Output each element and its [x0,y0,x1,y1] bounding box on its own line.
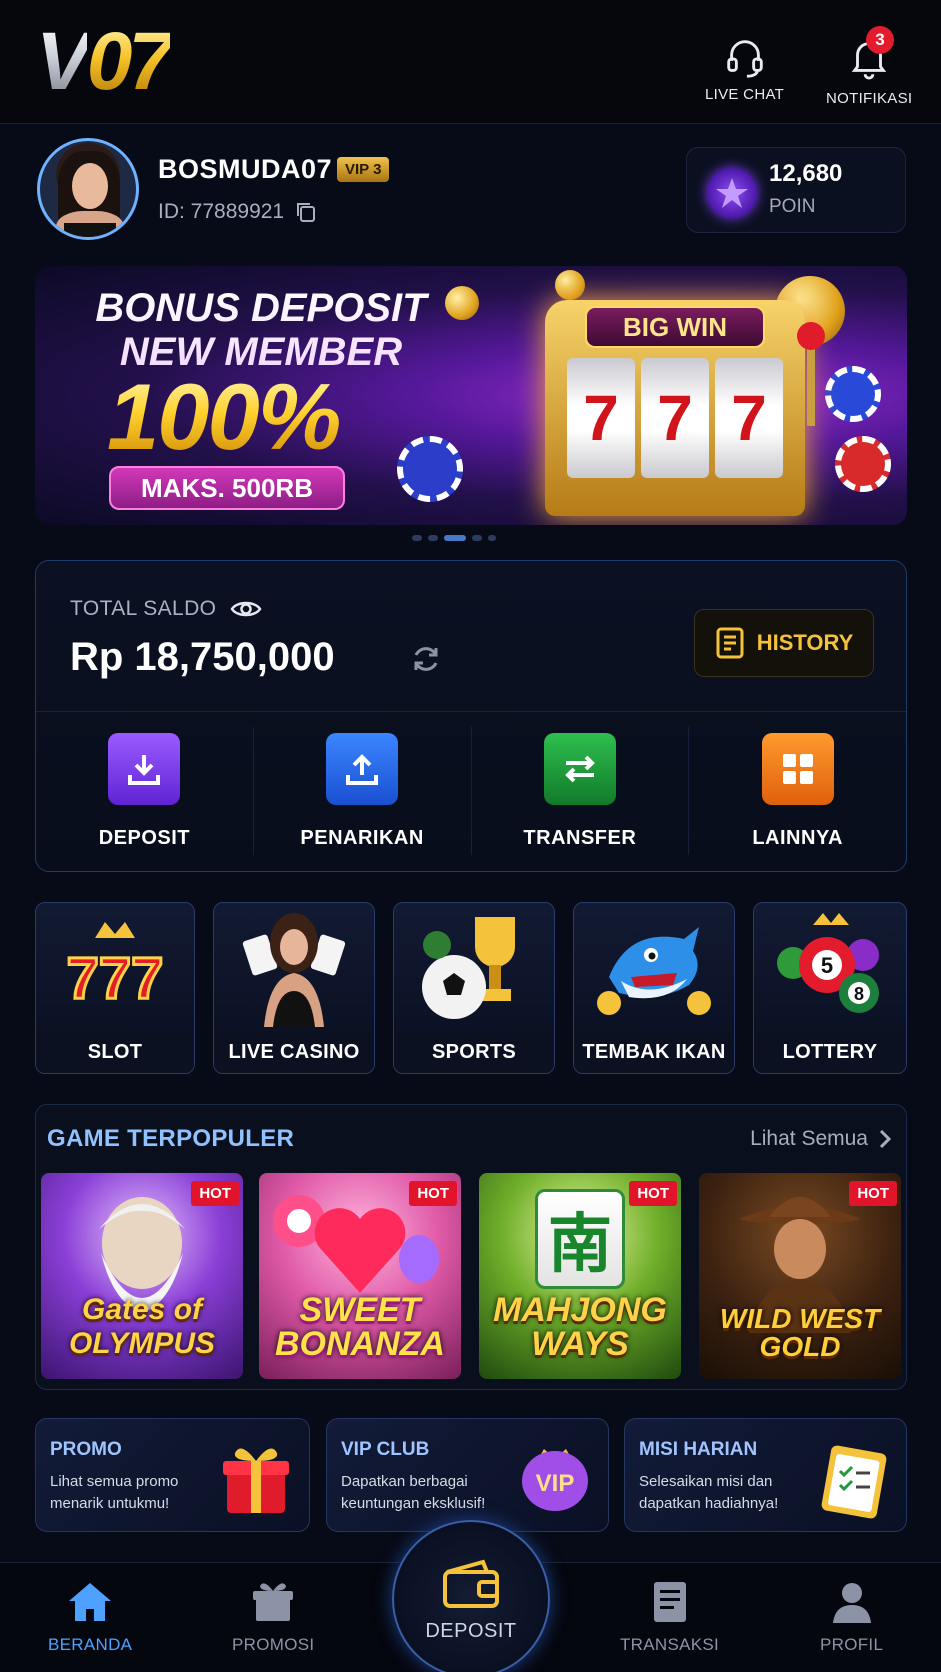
hot-badge: HOT [629,1181,677,1206]
grid-icon [761,732,834,805]
page-dot-active[interactable] [444,535,466,541]
popular-games-title: GAME TERPOPULER [47,1125,295,1152]
top-header: V 07 LIVE CHAT 3 NOTIFIKASI [0,0,941,124]
game-card-sweet-bonanza[interactable]: HOT SWEET BONANZA [259,1173,461,1379]
hot-badge: HOT [191,1181,239,1206]
category-fish-shooting[interactable]: TEMBAK IKAN [573,902,735,1074]
banner-percent: 100% [107,364,341,469]
nav-deposit-button[interactable]: DEPOSIT [392,1520,550,1672]
receipt-icon [653,1582,686,1622]
eye-icon[interactable] [230,597,262,621]
live-chat-label: LIVE CHAT [705,86,785,103]
user-icon [832,1583,871,1623]
page-dot[interactable] [412,535,422,541]
game-title: MAHJONG WAYS [493,1291,667,1363]
notifications-label: NOTIFIKASI [826,90,913,107]
upload-icon [326,732,399,805]
transfer-icon [543,732,616,805]
banner-max-bonus: MAKS. 500RB [109,466,345,510]
transfer-action[interactable]: TRANSFER [472,727,690,855]
vip-crown-icon: VIP [522,1449,588,1511]
more-action[interactable]: LAINNYA [689,727,906,855]
points-label: POIN [769,196,816,217]
notifications-button[interactable]: 3 NOTIFIKASI [826,26,913,107]
live-chat-button[interactable]: LIVE CHAT [705,34,784,103]
vip-club-card[interactable]: VIP CLUB Dapatkan berbagai keuntungan ek… [326,1418,609,1532]
withdraw-action[interactable]: PENARIKAN [254,727,472,855]
nav-promotions[interactable]: PROMOSI [232,1577,314,1655]
promo-banner[interactable]: BONUS DEPOSIT NEW MEMBER 100% MAKS. 500R… [35,266,907,525]
shark-icon [574,903,734,1031]
document-icon [716,627,744,659]
nav-home[interactable]: BERANDA [48,1577,132,1655]
page-dot[interactable] [472,535,482,541]
hot-badge: HOT [849,1181,897,1206]
category-live-casino[interactable]: LIVE CASINO [213,902,375,1074]
daily-mission-card[interactable]: MISI HARIAN Selesaikan misi dan dapatkan… [624,1418,907,1532]
page-dot[interactable] [428,535,438,541]
nav-transactions[interactable]: TRANSAKSI [620,1577,719,1655]
points-value: 12,680 [769,160,843,187]
banner-pagination[interactable] [412,535,496,541]
see-all-link[interactable]: Lihat Semua [750,1127,892,1151]
live-dealer-icon [214,903,374,1031]
category-sports[interactable]: SPORTS [393,902,555,1074]
deposit-action[interactable]: DEPOSIT [36,727,254,855]
notification-count-badge: 3 [866,26,895,54]
lottery-balls-icon: 5 8 [754,903,906,1031]
svg-text:777: 777 [67,946,164,1011]
slot-777-icon: 777 [36,903,194,1031]
balance-card: TOTAL SALDO Rp 18,750,000 HISTORY DEPOSI… [35,560,907,872]
category-lottery[interactable]: 5 8 LOTTERY [753,902,907,1074]
vip-label: VIP 3 [345,161,382,178]
promo-card[interactable]: PROMO Lihat semua promo menarik untukmu! [35,1418,310,1532]
slot-machine-illustration: BIG WIN 7 7 7 [545,300,805,516]
popular-games-section: GAME TERPOPULER Lihat Semua HOT Gates of… [35,1104,907,1390]
history-button[interactable]: HISTORY [694,609,874,677]
brand-logo[interactable]: V 07 [36,21,174,103]
game-card-wild-west-gold[interactable]: HOT WILD WEST GOLD [699,1173,901,1379]
chevron-right-icon [879,1129,892,1149]
refresh-icon[interactable] [410,643,442,675]
star-icon [707,168,757,218]
game-title: SWEET BONANZA [275,1291,445,1363]
game-title: Gates of OLYMPUS [68,1293,216,1360]
game-card-mahjong-ways[interactable]: 南 HOT MAHJONG WAYS [479,1173,681,1379]
quick-actions: DEPOSIT PENARIKAN TRANSFER LAINNYA [36,711,906,871]
hot-badge: HOT [409,1181,457,1206]
wallet-icon [443,1559,499,1608]
clipboard-icon [821,1445,887,1519]
svg-text:5: 5 [821,953,833,978]
balance-amount: Rp 18,750,000 [70,635,335,679]
category-slot[interactable]: 777 SLOT [35,902,195,1074]
game-card-olympus[interactable]: HOT Gates of OLYMPUS [41,1173,243,1379]
mahjong-tile-icon: 南 [535,1189,625,1289]
total-balance-label: TOTAL SALDO [70,597,262,621]
game-title: WILD WEST GOLD [719,1303,881,1362]
page-dot[interactable] [488,535,496,541]
vip-badge: VIP 3 [337,157,390,182]
avatar[interactable] [37,138,139,240]
svg-text:8: 8 [854,984,864,1004]
gift-icon [253,1583,294,1621]
user-id-text: ID: 77889921 [158,200,285,223]
home-icon [69,1583,112,1621]
user-id: ID: 77889921 [158,200,318,224]
nav-profile[interactable]: PROFIL [820,1577,883,1655]
banner-headline: BONUS DEPOSIT NEW MEMBER [71,286,451,374]
copy-icon[interactable] [294,200,318,224]
points-card[interactable]: 12,680 POIN [686,147,906,233]
download-icon [108,732,181,805]
username: BOSMUDA07 [158,154,333,184]
svg-text:VIP: VIP [536,1470,575,1497]
trophy-icon [394,903,554,1031]
headset-icon [726,40,763,78]
gift-icon [223,1448,289,1513]
